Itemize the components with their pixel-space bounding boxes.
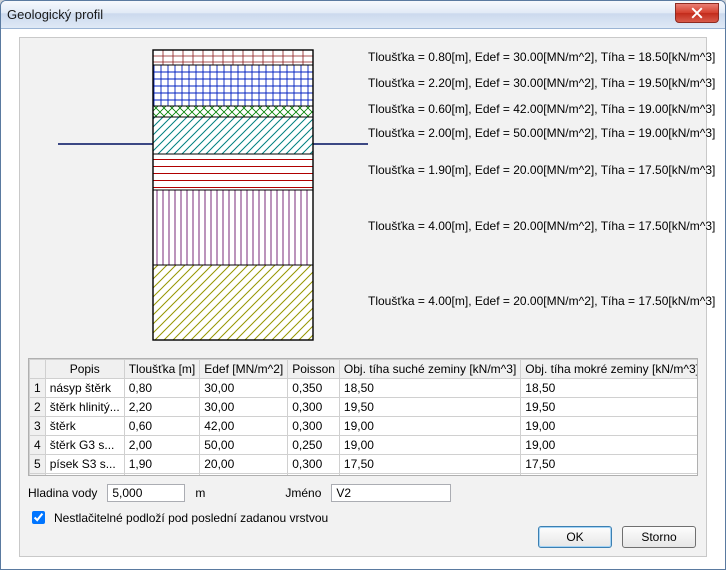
col-header-index[interactable] — [30, 360, 46, 379]
cell-dry[interactable]: 17,50 — [339, 474, 520, 477]
cell-dry[interactable]: 17,50 — [339, 455, 520, 474]
table-row[interactable]: 4štěrk G3 s...2,0050,000,25019,0019,000,… — [30, 436, 699, 455]
cell-index[interactable]: 2 — [30, 398, 46, 417]
layer-caption: Tloušťka = 0.80[m], Edef = 30.00[MN/m^2]… — [368, 50, 715, 64]
cell-dry[interactable]: 19,00 — [339, 417, 520, 436]
close-button[interactable] — [675, 3, 719, 23]
dialog-window: Geologický profil — [0, 0, 726, 570]
cell-popis[interactable]: štěrk — [45, 417, 124, 436]
cell-tloustka[interactable]: 1,90 — [124, 455, 200, 474]
table-row[interactable]: 5písek S3 s...1,9020,000,30017,5017,500,… — [30, 455, 699, 474]
cell-edef[interactable]: 30,00 — [200, 398, 288, 417]
cell-tloustka[interactable]: 0,80 — [124, 379, 200, 398]
cell-wet[interactable]: 19,00 — [521, 417, 698, 436]
water-level-unit: m — [195, 486, 205, 500]
layer-caption: Tloušťka = 0.60[m], Edef = 42.00[MN/m^2]… — [368, 102, 715, 116]
name-label: Jméno — [285, 486, 321, 500]
cell-dry[interactable]: 19,00 — [339, 436, 520, 455]
cell-poisson[interactable]: 0,300 — [288, 398, 340, 417]
cell-edef[interactable]: 42,00 — [200, 417, 288, 436]
cell-index[interactable]: 4 — [30, 436, 46, 455]
cell-popis[interactable]: písek S3 h... — [45, 474, 124, 477]
cell-wet[interactable]: 19,00 — [521, 436, 698, 455]
col-header-tloustka[interactable]: Tloušťka [m] — [124, 360, 200, 379]
cell-edef[interactable]: 50,00 — [200, 436, 288, 455]
layers-table[interactable]: Popis Tloušťka [m] Edef [MN/m^2] Poisson… — [29, 359, 698, 476]
incompressible-checkbox[interactable] — [32, 511, 45, 524]
layer-caption: Tloušťka = 2.00[m], Edef = 50.00[MN/m^2]… — [368, 126, 715, 140]
cell-index[interactable]: 5 — [30, 455, 46, 474]
table-row[interactable]: 3štěrk0,6042,000,30019,0019,000,20 — [30, 417, 699, 436]
table-row[interactable]: 2štěrk hlinitý...2,2030,000,30019,5019,5… — [30, 398, 699, 417]
cell-poisson[interactable]: 0,300 — [288, 417, 340, 436]
col-header-wet[interactable]: Obj. tíha mokré zeminy [kN/m^3] — [521, 360, 698, 379]
cell-wet[interactable]: 19,50 — [521, 398, 698, 417]
cell-edef[interactable]: 20,00 — [200, 474, 288, 477]
water-level-input[interactable] — [107, 484, 185, 502]
profile-diagram — [28, 44, 368, 356]
cell-edef[interactable]: 20,00 — [200, 455, 288, 474]
form-row: Hladina vody m Jméno — [28, 484, 698, 502]
cell-poisson[interactable]: 0,300 — [288, 455, 340, 474]
cell-dry[interactable]: 19,50 — [339, 398, 520, 417]
cell-wet[interactable]: 18,50 — [521, 379, 698, 398]
cell-wet[interactable]: 17,50 — [521, 455, 698, 474]
layers-table-wrap[interactable]: Popis Tloušťka [m] Edef [MN/m^2] Poisson… — [28, 358, 698, 476]
cell-dry[interactable]: 18,50 — [339, 379, 520, 398]
ok-button[interactable]: OK — [538, 526, 612, 548]
cell-popis[interactable]: štěrk G3 s... — [45, 436, 124, 455]
cell-popis[interactable]: písek S3 s... — [45, 455, 124, 474]
cell-poisson[interactable]: 0,350 — [288, 379, 340, 398]
cell-index[interactable]: 1 — [30, 379, 46, 398]
layer-captions: Tloušťka = 0.80[m], Edef = 30.00[MN/m^2]… — [368, 44, 698, 356]
table-row[interactable]: 6písek S3 h...4,0020,000,30017,5017,500,… — [30, 474, 699, 477]
checkbox-row: Nestlačitelné podloží pod poslední zadan… — [28, 508, 698, 527]
layer-caption: Tloušťka = 1.90[m], Edef = 20.00[MN/m^2]… — [368, 163, 715, 177]
dialog-content: Tloušťka = 0.80[m], Edef = 30.00[MN/m^2]… — [19, 37, 707, 557]
col-header-dry[interactable]: Obj. tíha suché zeminy [kN/m^3] — [339, 360, 520, 379]
cell-tloustka[interactable]: 2,00 — [124, 436, 200, 455]
titlebar[interactable]: Geologický profil — [1, 1, 725, 29]
cell-edef[interactable]: 30,00 — [200, 379, 288, 398]
water-level-label: Hladina vody — [28, 486, 97, 500]
cell-index[interactable]: 6 — [30, 474, 46, 477]
cell-tloustka[interactable]: 4,00 — [124, 474, 200, 477]
col-header-popis[interactable]: Popis — [45, 360, 124, 379]
cell-popis[interactable]: štěrk hlinitý... — [45, 398, 124, 417]
cell-poisson[interactable]: 0,250 — [288, 436, 340, 455]
name-input[interactable] — [331, 484, 451, 502]
layer-caption: Tloušťka = 4.00[m], Edef = 20.00[MN/m^2]… — [368, 219, 715, 233]
cell-tloustka[interactable]: 2,20 — [124, 398, 200, 417]
cell-tloustka[interactable]: 0,60 — [124, 417, 200, 436]
profile-area: Tloušťka = 0.80[m], Edef = 30.00[MN/m^2]… — [28, 44, 698, 356]
cancel-button[interactable]: Storno — [622, 526, 696, 548]
col-header-edef[interactable]: Edef [MN/m^2] — [200, 360, 288, 379]
close-icon — [691, 7, 703, 19]
cell-popis[interactable]: násyp štěrk — [45, 379, 124, 398]
cell-poisson[interactable]: 0,300 — [288, 474, 340, 477]
layer-caption: Tloušťka = 2.20[m], Edef = 30.00[MN/m^2]… — [368, 76, 715, 90]
layer-caption: Tloušťka = 4.00[m], Edef = 20.00[MN/m^2]… — [368, 294, 715, 308]
incompressible-label: Nestlačitelné podloží pod poslední zadan… — [54, 511, 328, 525]
window-title: Geologický profil — [7, 7, 103, 22]
cell-index[interactable]: 3 — [30, 417, 46, 436]
col-header-poisson[interactable]: Poisson — [288, 360, 340, 379]
cell-wet[interactable]: 17,50 — [521, 474, 698, 477]
button-row: OK Storno — [538, 526, 696, 548]
table-row[interactable]: 1násyp štěrk0,8030,000,35018,5018,500,20 — [30, 379, 699, 398]
